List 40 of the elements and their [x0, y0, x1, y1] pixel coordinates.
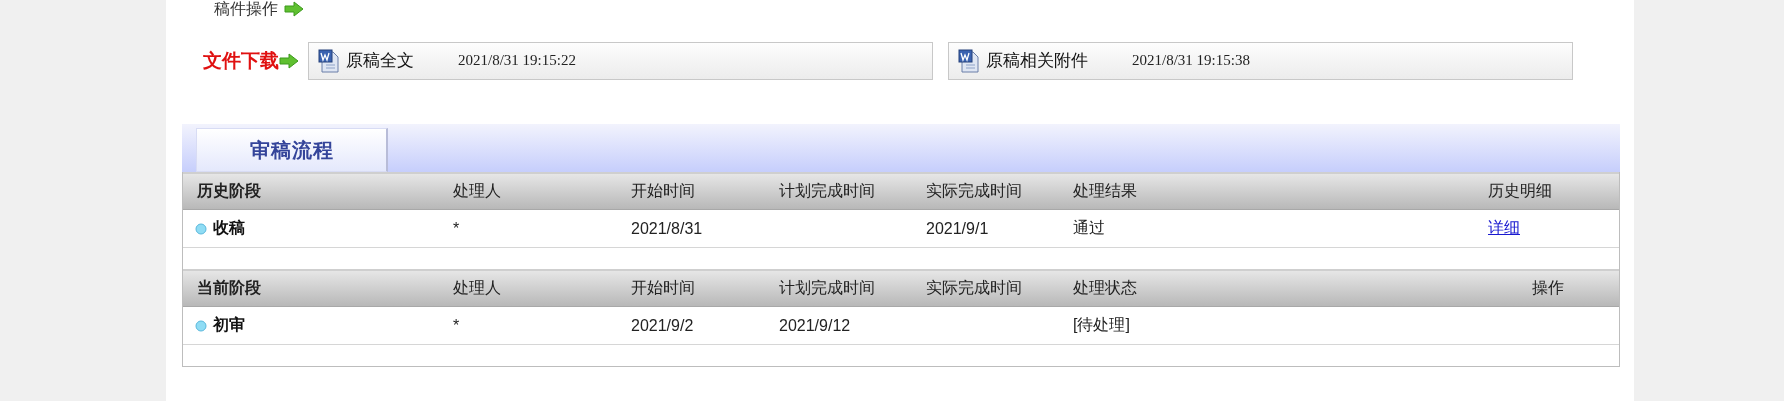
column-header: 处理状态	[1072, 278, 1138, 298]
table-cell-text: *	[452, 219, 461, 238]
column-header: 计划完成时间	[778, 278, 876, 298]
stage-name: 初审	[213, 315, 245, 335]
table-cell-text: 2021/9/12	[778, 316, 852, 335]
column-header: 开始时间	[630, 181, 696, 201]
column-header: 当前阶段	[196, 278, 262, 298]
file-time: 2021/8/31 19:15:38	[1132, 52, 1250, 69]
column-header: 实际完成时间	[925, 181, 1023, 201]
stage-name: 收稿	[213, 218, 245, 238]
document-icon	[958, 48, 980, 73]
file-item[interactable]: 原稿全文 2021/8/31 19:15:22	[308, 41, 933, 80]
column-header: 操作	[1530, 278, 1565, 298]
file-link[interactable]: 原稿相关附件	[986, 49, 1088, 72]
file-item[interactable]: 原稿相关附件 2021/8/31 19:15:38	[948, 41, 1573, 80]
file-time: 2021/8/31 19:15:22	[458, 52, 576, 69]
column-header: 处理人	[452, 181, 502, 201]
detail-link[interactable]: 详细	[1476, 218, 1520, 239]
download-label: 文件下载	[203, 48, 279, 73]
arrow-icon	[279, 52, 299, 69]
table-cell-text: 2021/9/2	[630, 316, 695, 335]
arrow-icon	[284, 1, 304, 17]
bullet-icon	[195, 319, 207, 332]
column-header: 开始时间	[630, 278, 696, 298]
bullet-icon	[195, 222, 207, 235]
column-header: 历史明细	[1487, 181, 1553, 201]
tab[interactable]: 审稿流程	[196, 128, 388, 172]
column-header: 历史阶段	[196, 181, 262, 201]
table-cell-text: *	[452, 316, 461, 335]
file-link[interactable]: 原稿全文	[346, 49, 414, 72]
column-header: 处理结果	[1072, 181, 1138, 201]
table-cell-text: 通过	[1072, 218, 1106, 238]
manuscript-actions-label: 稿件操作	[214, 1, 278, 17]
column-header: 处理人	[452, 278, 502, 298]
column-header: 实际完成时间	[925, 278, 1023, 298]
table-cell-text: 2021/8/31	[630, 219, 704, 238]
column-header: 计划完成时间	[778, 181, 876, 201]
table-cell-text: 2021/9/1	[925, 219, 990, 238]
document-icon	[318, 48, 340, 73]
table-cell-text: [待处理]	[1072, 315, 1131, 335]
